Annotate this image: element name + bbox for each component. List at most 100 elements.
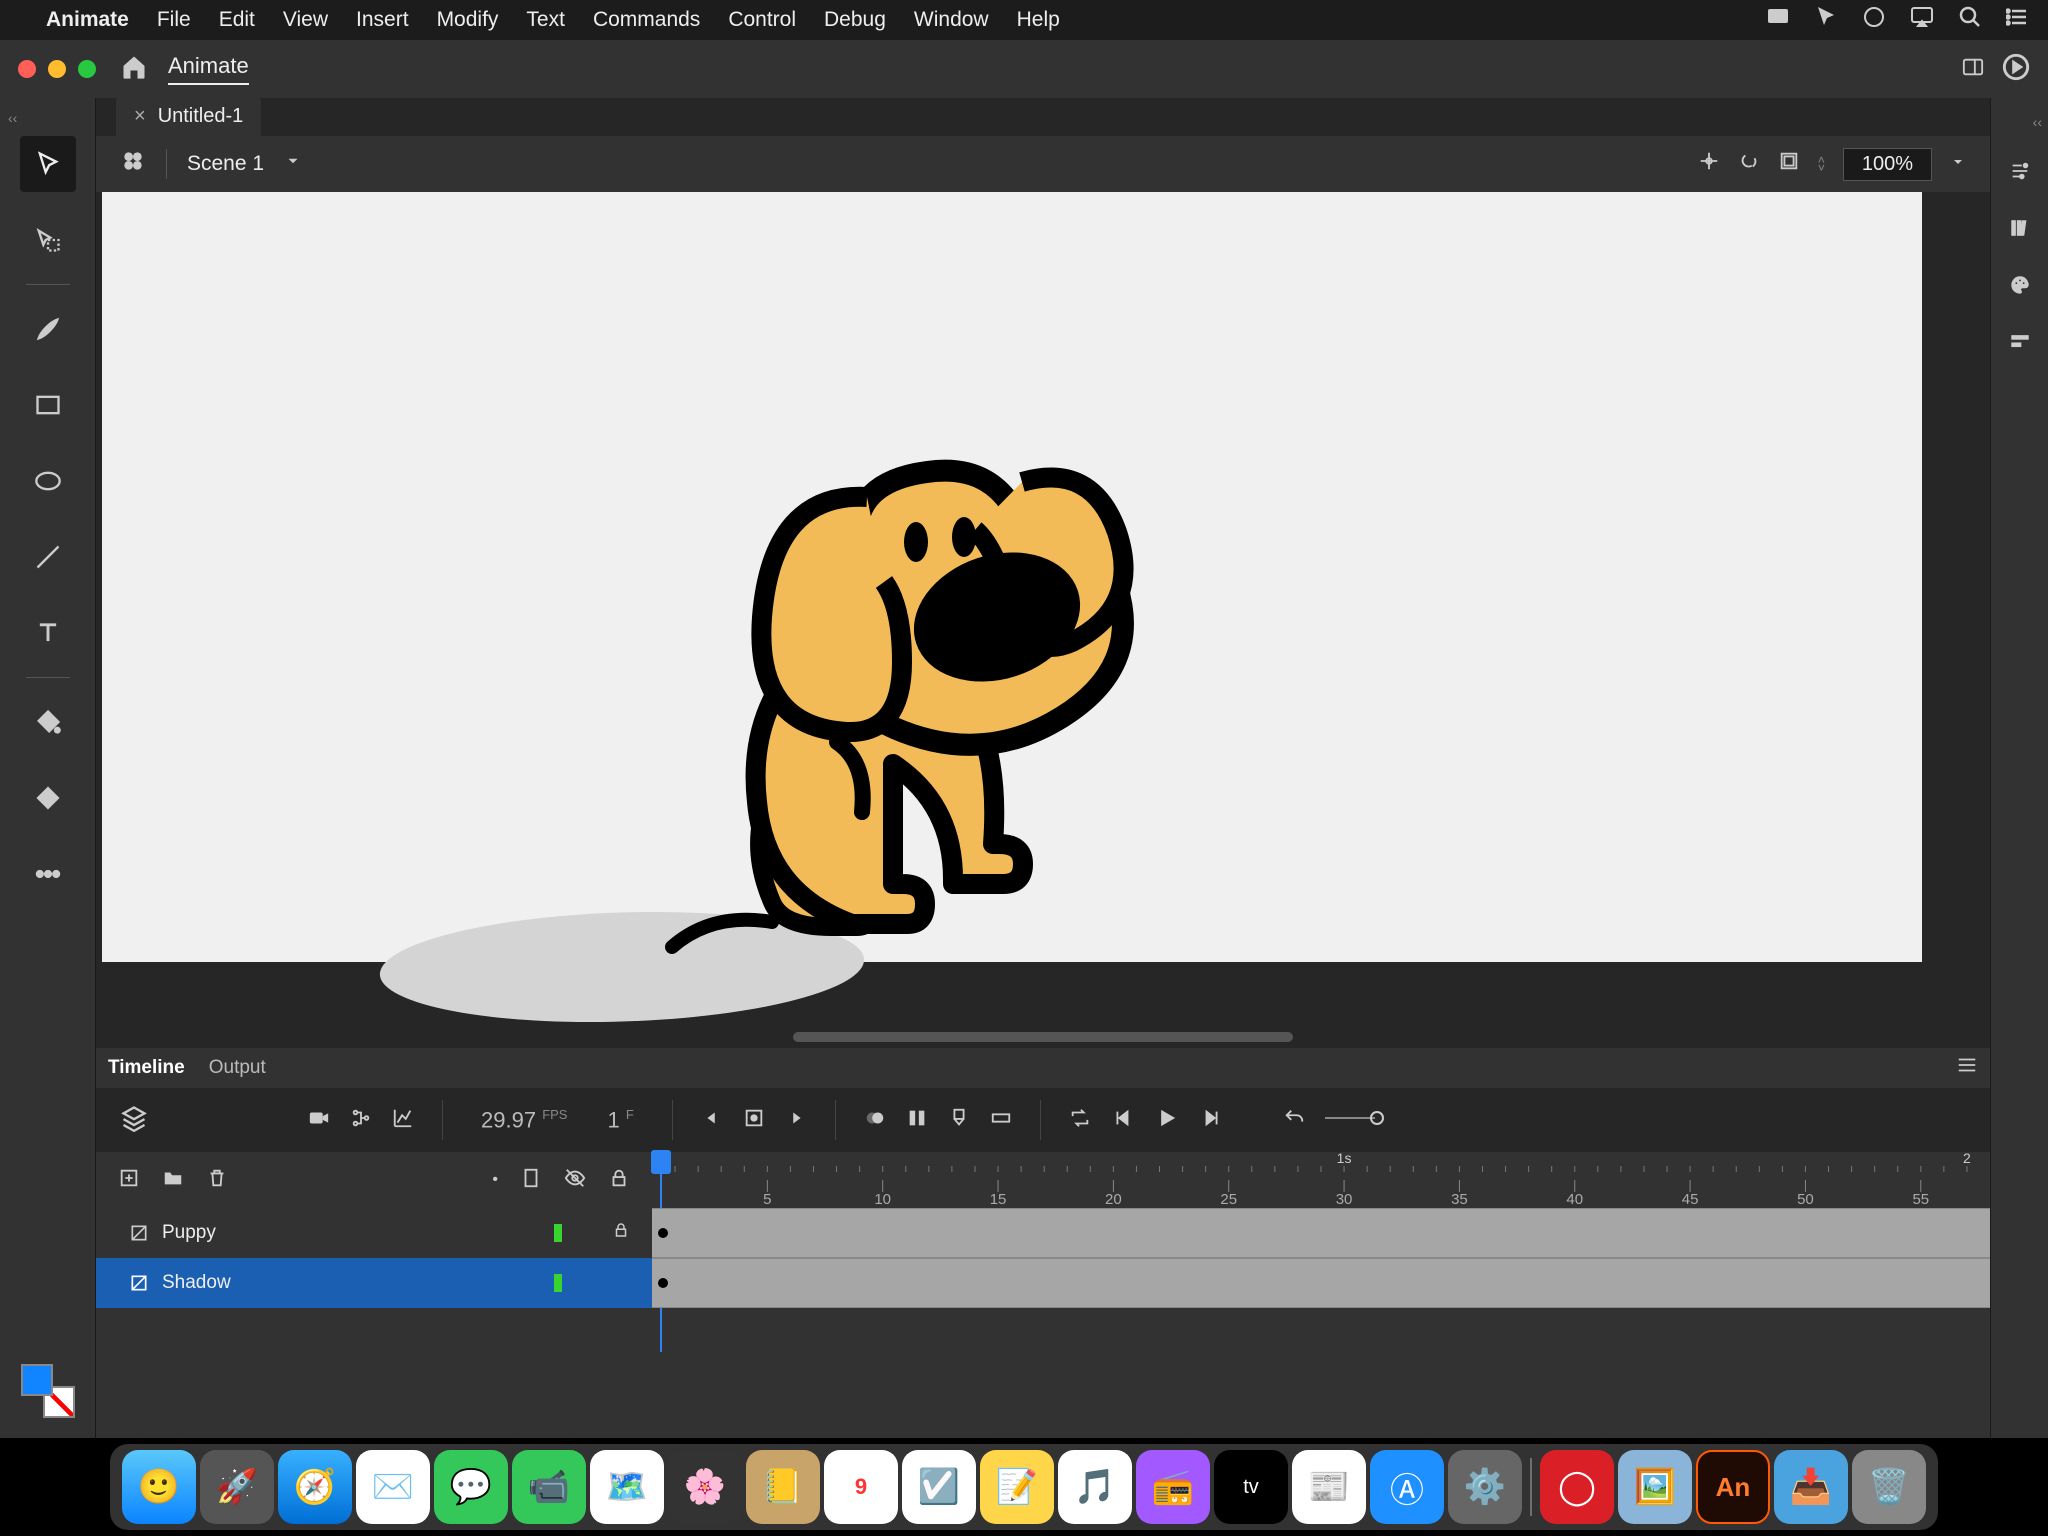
- dock-photos[interactable]: 🌸: [668, 1450, 742, 1524]
- timeline-ruler[interactable]: 1s2510152025303540455055: [652, 1152, 1990, 1208]
- app-menu[interactable]: Animate: [46, 8, 129, 32]
- dock-finder[interactable]: 🙂: [122, 1450, 196, 1524]
- stage-canvas[interactable]: [102, 192, 1922, 962]
- camera-icon[interactable]: [308, 1107, 330, 1134]
- highlight-layer-icon[interactable]: •: [492, 1171, 498, 1189]
- dock-notes[interactable]: 📝: [980, 1450, 1054, 1524]
- panel-collapse-icon[interactable]: ‹‹: [8, 110, 17, 126]
- dock-settings[interactable]: ⚙️: [1448, 1450, 1522, 1524]
- fill-color-swatch[interactable]: [21, 1364, 53, 1396]
- menu-control[interactable]: Control: [728, 8, 796, 32]
- menu-edit[interactable]: Edit: [219, 8, 255, 32]
- eraser-tool[interactable]: [20, 770, 76, 826]
- layer-stack-icon[interactable]: [120, 1104, 148, 1137]
- dock-maps[interactable]: 🗺️: [590, 1450, 664, 1524]
- brush-tool[interactable]: [20, 301, 76, 357]
- layer-row-shadow[interactable]: Shadow: [96, 1258, 1990, 1308]
- selection-tool[interactable]: [20, 136, 76, 192]
- step-back-button[interactable]: [1111, 1107, 1133, 1134]
- properties-panel-icon[interactable]: [2009, 160, 2031, 187]
- loop-button[interactable]: [1069, 1107, 1091, 1134]
- pointer-icon[interactable]: [1814, 5, 1838, 35]
- menu-window[interactable]: Window: [914, 8, 989, 32]
- menu-list-icon[interactable]: [2006, 5, 2030, 35]
- frame-display[interactable]: 1 F: [607, 1107, 633, 1133]
- dock-trash[interactable]: 🗑️: [1852, 1450, 1926, 1524]
- keyframe-icon[interactable]: [658, 1228, 668, 1238]
- menu-debug[interactable]: Debug: [824, 8, 886, 32]
- align-panel-icon[interactable]: [2009, 331, 2031, 358]
- oval-tool[interactable]: [20, 453, 76, 509]
- puppy-artwork[interactable]: [652, 452, 1252, 992]
- frame-span-icon[interactable]: [990, 1107, 1012, 1134]
- dock-calendar[interactable]: 9: [824, 1450, 898, 1524]
- dock-music[interactable]: 🎵: [1058, 1450, 1132, 1524]
- rectangle-tool[interactable]: [20, 377, 76, 433]
- spotlight-search-icon[interactable]: [1958, 5, 1982, 35]
- keyframe-icon[interactable]: [658, 1278, 668, 1288]
- clip-stage-icon[interactable]: [1778, 150, 1800, 178]
- window-close-button[interactable]: [18, 60, 36, 78]
- dock-appstore[interactable]: Ⓐ: [1370, 1450, 1444, 1524]
- zoom-input[interactable]: 100%: [1843, 148, 1932, 181]
- outline-toggle-icon[interactable]: [520, 1167, 542, 1194]
- dock-appletv[interactable]: tv: [1214, 1450, 1288, 1524]
- stage-area[interactable]: [96, 192, 1990, 1048]
- zoom-dropdown-icon[interactable]: [1950, 152, 1966, 176]
- menu-help[interactable]: Help: [1017, 8, 1060, 32]
- onion-skin-button[interactable]: [864, 1107, 886, 1134]
- dock-facetime[interactable]: 📹: [512, 1450, 586, 1524]
- marker-icon[interactable]: [948, 1107, 970, 1134]
- delete-layer-button[interactable]: [206, 1167, 228, 1194]
- prev-keyframe-button[interactable]: [701, 1107, 723, 1134]
- document-tab[interactable]: × Untitled-1: [116, 97, 261, 136]
- free-transform-tool[interactable]: [20, 212, 76, 268]
- menu-modify[interactable]: Modify: [437, 8, 499, 32]
- layer-parenting-icon[interactable]: [350, 1107, 372, 1134]
- window-maximize-button[interactable]: [78, 60, 96, 78]
- close-tab-icon[interactable]: ×: [134, 105, 146, 128]
- panel-collapse-icon[interactable]: ‹‹: [2033, 114, 2042, 130]
- menu-insert[interactable]: Insert: [356, 8, 409, 32]
- tab-output[interactable]: Output: [209, 1057, 266, 1079]
- dock-creative-cloud[interactable]: ◯: [1540, 1450, 1614, 1524]
- new-folder-button[interactable]: [162, 1167, 184, 1194]
- airplay-icon[interactable]: [1910, 5, 1934, 35]
- line-tool[interactable]: [20, 529, 76, 585]
- dock-messages[interactable]: 💬: [434, 1450, 508, 1524]
- layer-frames-track[interactable]: [652, 1208, 1990, 1258]
- edit-symbols-icon[interactable]: [120, 148, 146, 180]
- window-minimize-button[interactable]: [48, 60, 66, 78]
- play-button[interactable]: [2002, 53, 2030, 86]
- next-keyframe-button[interactable]: [785, 1107, 807, 1134]
- menu-text[interactable]: Text: [526, 8, 565, 32]
- dock-launchpad[interactable]: 🚀: [200, 1450, 274, 1524]
- creative-cloud-icon[interactable]: [1862, 5, 1886, 35]
- new-layer-button[interactable]: [118, 1167, 140, 1194]
- menu-commands[interactable]: Commands: [593, 8, 700, 32]
- dock-contacts[interactable]: 📒: [746, 1450, 820, 1524]
- stage-horizontal-scrollbar[interactable]: [793, 1032, 1293, 1042]
- workspace-label[interactable]: Animate: [168, 53, 249, 85]
- scene-label[interactable]: Scene 1: [187, 152, 264, 176]
- text-tool[interactable]: [20, 605, 76, 661]
- rotate-tool-icon[interactable]: [1738, 150, 1760, 178]
- layer-row-puppy[interactable]: Puppy: [96, 1208, 1990, 1258]
- menu-view[interactable]: View: [283, 8, 328, 32]
- fps-display[interactable]: 29.97 FPS: [481, 1107, 567, 1133]
- layer-frames-track[interactable]: [652, 1258, 1990, 1308]
- timeline-zoom-slider[interactable]: [1325, 1108, 1385, 1133]
- dock-preview[interactable]: 🖼️: [1618, 1450, 1692, 1524]
- dock-reminders[interactable]: ☑️: [902, 1450, 976, 1524]
- dock-mail[interactable]: ✉️: [356, 1450, 430, 1524]
- visibility-toggle-icon[interactable]: [564, 1167, 586, 1194]
- dock-downloads[interactable]: 📥: [1774, 1450, 1848, 1524]
- dock-news[interactable]: 📰: [1292, 1450, 1366, 1524]
- library-panel-icon[interactable]: [2009, 217, 2031, 244]
- panel-menu-icon[interactable]: [1956, 1054, 1978, 1082]
- color-panel-icon[interactable]: [2009, 274, 2031, 301]
- step-forward-button[interactable]: [1201, 1107, 1223, 1134]
- lock-toggle-icon[interactable]: [608, 1167, 630, 1194]
- more-tools-icon[interactable]: [20, 846, 76, 902]
- tab-timeline[interactable]: Timeline: [108, 1057, 185, 1079]
